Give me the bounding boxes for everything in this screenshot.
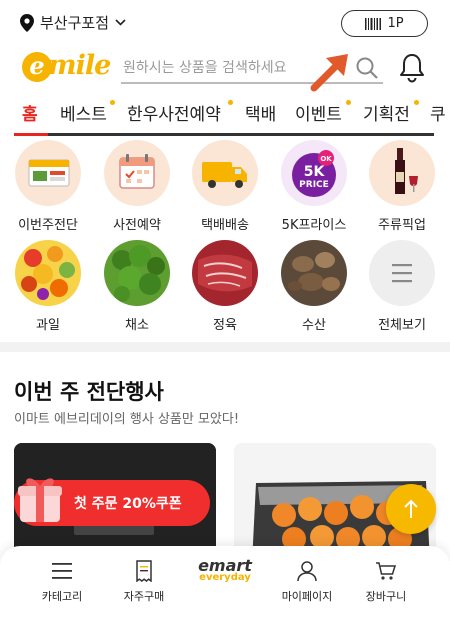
points-button[interactable]: 1P	[341, 10, 428, 37]
nav-underline	[14, 133, 434, 136]
vegetable-icon	[104, 240, 170, 306]
category-meat[interactable]: 정육	[185, 240, 265, 333]
scroll-top-button[interactable]	[386, 484, 436, 534]
category-seafood[interactable]: 수산	[274, 240, 354, 333]
category-label: 전체보기	[378, 318, 426, 333]
tab-home[interactable]: 홈	[22, 100, 38, 125]
tab-category[interactable]: 카테고리	[22, 560, 102, 604]
location-pin-icon	[20, 13, 34, 32]
tab-hanwoo-preorder[interactable]: 한우사전예약	[127, 100, 221, 125]
price-badge-text: PRICE	[299, 180, 329, 190]
meat-icon	[192, 240, 258, 306]
category-liquor-pickup[interactable]: 주류픽업	[362, 140, 442, 233]
tab-frequent-purchase[interactable]: 자주구매	[104, 560, 184, 604]
delivery-truck-icon	[192, 140, 258, 206]
logo-wordmark: mile	[48, 50, 111, 81]
receipt-icon	[136, 560, 152, 582]
5k-price-badge-icon: OK 5K PRICE	[281, 140, 347, 206]
points-value: 1P	[387, 16, 404, 31]
category-vegetable[interactable]: 채소	[97, 240, 177, 333]
flyer-icon	[15, 140, 81, 206]
category-label: 이번주전단	[18, 218, 78, 233]
coupon-label: 첫 주문 20%쿠폰	[74, 496, 182, 512]
section-divider	[0, 342, 450, 352]
category-nav: 홈 베스트 한우사전예약 택배 이벤트 기획전 쿠	[0, 96, 450, 132]
chevron-down-icon	[115, 19, 126, 26]
store-location-selector[interactable]: 부산구포점	[20, 12, 126, 33]
tab-my-page[interactable]: 마이페이지	[267, 560, 347, 604]
category-view-all[interactable]: 전체보기	[362, 240, 442, 333]
tab-best[interactable]: 베스트	[60, 100, 107, 125]
gift-box-icon	[18, 478, 62, 522]
cart-icon	[376, 562, 397, 580]
bell-icon[interactable]	[398, 52, 426, 84]
emile-logo[interactable]: e mile	[22, 50, 112, 88]
tab-label: 마이페이지	[281, 590, 333, 603]
menu-lines-icon	[369, 240, 435, 306]
category-label: 주류픽업	[378, 218, 426, 233]
tab-cart[interactable]: 장바구니	[346, 560, 426, 604]
tab-label: 자주구매	[123, 590, 165, 603]
logo-everyday-text: everyday	[199, 572, 251, 583]
new-dot-indicator	[414, 100, 419, 105]
category-label: 택배배송	[201, 218, 249, 233]
tab-emart-everyday-home[interactable]: emart everyday	[185, 558, 265, 583]
new-dot-indicator	[110, 100, 115, 105]
section-subtitle: 이마트 에브리데이의 행사 상품만 모았다!	[14, 412, 240, 427]
tab-exhibition[interactable]: 기획전	[363, 100, 410, 125]
new-dot-indicator	[346, 100, 351, 105]
active-tab-indicator	[14, 133, 48, 136]
tab-label: 장바구니	[365, 590, 407, 603]
person-icon	[297, 561, 317, 582]
hamburger-icon	[52, 563, 72, 579]
seafood-icon	[281, 240, 347, 306]
category-fruit[interactable]: 과일	[8, 240, 88, 333]
category-label: 정육	[213, 318, 237, 333]
5k-badge-text: 5K	[304, 164, 326, 180]
tab-label: 카테고리	[41, 590, 83, 603]
category-label: 5K프라이스	[281, 218, 347, 233]
bottom-tab-bar: 카테고리 자주구매 emart everyday 마이페이지 장바구니	[0, 546, 450, 622]
top-bar: 부산구포점 1P	[0, 0, 450, 46]
pointer-arrow-icon	[310, 54, 348, 92]
ok-badge-text: OK	[320, 155, 332, 163]
category-label: 수산	[302, 318, 326, 333]
new-dot-indicator	[228, 100, 233, 105]
category-preorder[interactable]: 사전예약	[97, 140, 177, 233]
fruit-icon	[15, 240, 81, 306]
section-title: 이번 주 전단행사	[14, 380, 164, 404]
search-input[interactable]	[121, 54, 341, 82]
barcode-icon	[365, 17, 382, 30]
calendar-icon	[104, 140, 170, 206]
tab-event[interactable]: 이벤트	[295, 100, 342, 125]
category-label: 과일	[36, 318, 60, 333]
arrow-up-icon	[404, 499, 418, 518]
category-5k-price[interactable]: OK 5K PRICE 5K프라이스	[274, 140, 354, 233]
category-flyer[interactable]: 이번주전단	[8, 140, 88, 233]
category-delivery[interactable]: 택배배송	[185, 140, 265, 233]
category-label: 채소	[125, 318, 149, 333]
search-icon[interactable]	[355, 56, 379, 80]
tab-coupon[interactable]: 쿠	[430, 100, 446, 125]
emart-everyday-logo: emart everyday	[185, 558, 265, 583]
store-location-label: 부산구포점	[40, 14, 110, 32]
tab-delivery[interactable]: 택배	[245, 100, 276, 125]
wine-bottle-icon	[369, 140, 435, 206]
header: e mile	[0, 46, 450, 92]
category-label: 사전예약	[113, 218, 161, 233]
